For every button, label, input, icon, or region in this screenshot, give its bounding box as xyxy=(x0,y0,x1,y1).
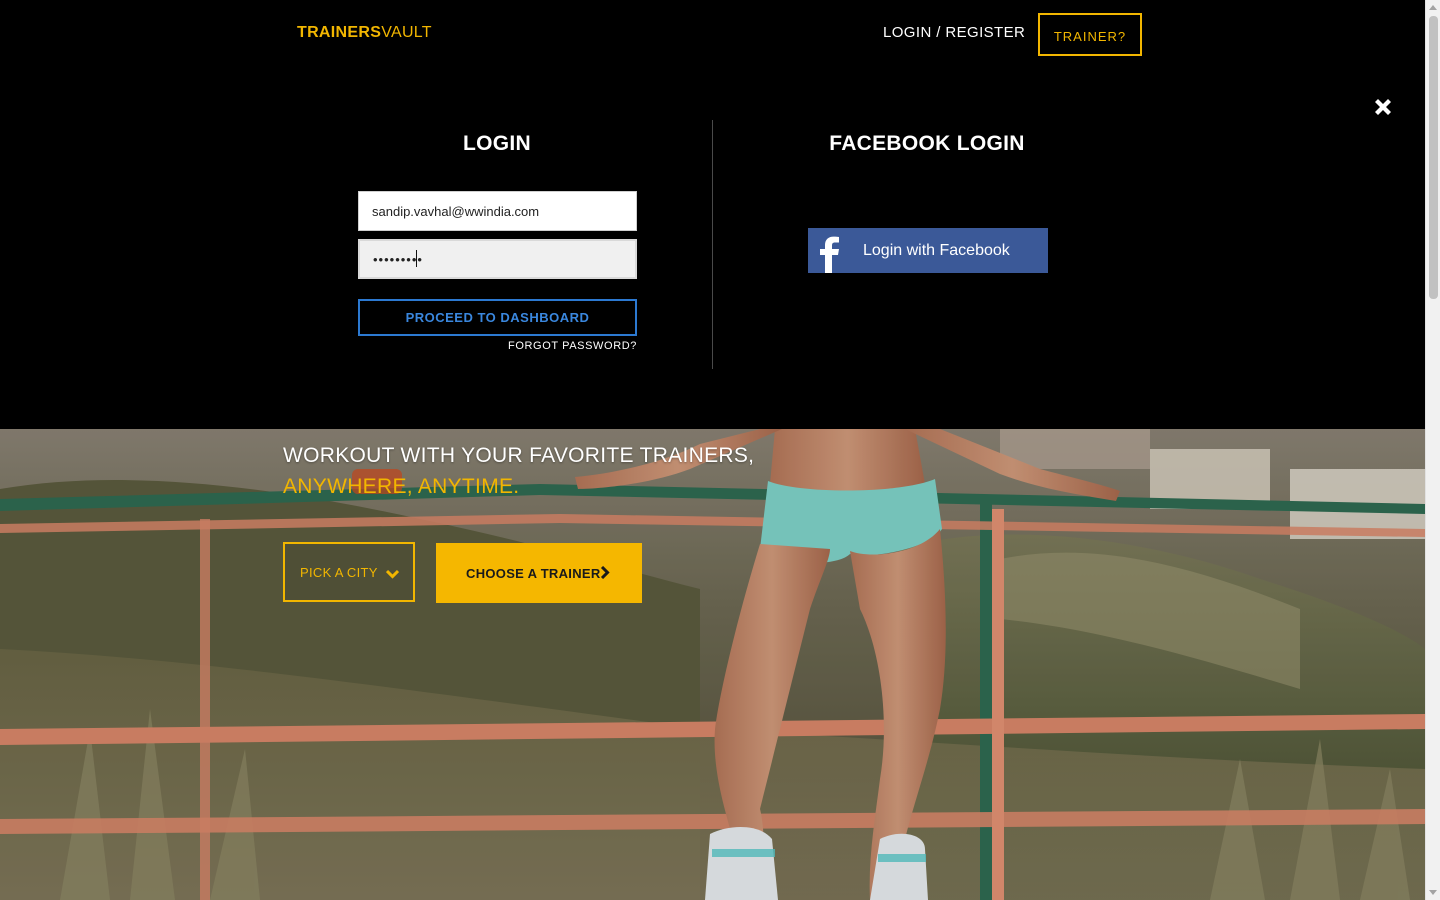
pick-city-label: PICK A CITY xyxy=(300,564,378,580)
trainer-button[interactable]: TRAINER? xyxy=(1038,13,1142,56)
logo-bold-text: TRAINERS xyxy=(297,24,382,41)
column-divider xyxy=(712,120,713,369)
chevron-right-icon xyxy=(600,565,610,582)
hero-headline: WORKOUT WITH YOUR FAVORITE TRAINERS, xyxy=(283,444,755,467)
scroll-down-arrow-icon[interactable] xyxy=(1429,890,1437,895)
pick-a-city-dropdown[interactable]: PICK A CITY xyxy=(283,542,415,602)
text-caret xyxy=(416,250,417,267)
login-with-facebook-button[interactable]: Login with Facebook xyxy=(808,228,1048,273)
close-icon[interactable] xyxy=(1371,95,1395,119)
hero-section xyxy=(0,429,1425,900)
choose-a-trainer-button[interactable]: CHOOSE A TRAINER xyxy=(436,543,642,603)
scroll-thumb[interactable] xyxy=(1429,16,1438,299)
scroll-up-arrow-icon[interactable] xyxy=(1429,5,1437,10)
page: TRAINERSVAULT LOGIN / REGISTER TRAINER? … xyxy=(0,0,1425,900)
email-field[interactable] xyxy=(358,191,637,231)
facebook-login-title: FACEBOOK LOGIN xyxy=(829,132,1025,155)
forgot-password-link[interactable]: FORGOT PASSWORD? xyxy=(358,340,637,352)
facebook-button-label: Login with Facebook xyxy=(863,242,1010,259)
password-field[interactable] xyxy=(358,239,637,279)
logo[interactable]: TRAINERSVAULT xyxy=(297,24,432,42)
vertical-scrollbar[interactable] xyxy=(1425,0,1440,900)
chevron-down-icon xyxy=(385,567,400,582)
proceed-to-dashboard-button[interactable]: PROCEED TO DASHBOARD xyxy=(358,299,637,336)
logo-thin-text: VAULT xyxy=(381,24,432,41)
hero-background-image xyxy=(0,429,1425,900)
facebook-f-icon xyxy=(808,228,849,273)
login-register-link[interactable]: LOGIN / REGISTER xyxy=(883,24,1025,41)
choose-trainer-label: CHOOSE A TRAINER xyxy=(466,565,601,581)
hero-subline: ANYWHERE, ANYTIME. xyxy=(283,475,520,498)
login-title: LOGIN xyxy=(463,132,531,155)
